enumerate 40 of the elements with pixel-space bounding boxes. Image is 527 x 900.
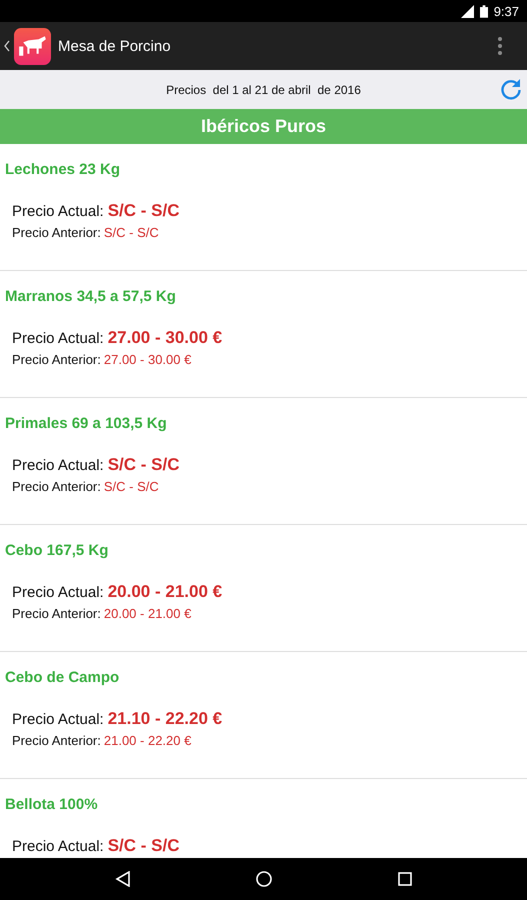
previous-price: S/C - S/C bbox=[104, 225, 159, 240]
price-label: Precio Actual: bbox=[12, 584, 104, 601]
signal-icon bbox=[460, 4, 474, 18]
app-title: Mesa de Porcino bbox=[58, 38, 172, 54]
previous-price: 21.00 - 22.20 € bbox=[104, 733, 192, 748]
price-label: Precio Actual: bbox=[12, 457, 104, 474]
product-title: Primales 69 a 103,5 Kg bbox=[4, 414, 168, 432]
back-icon[interactable] bbox=[4, 40, 10, 52]
current-price: 27.00 - 30.00 € bbox=[108, 328, 222, 348]
current-price: S/C - S/C bbox=[108, 455, 180, 475]
price-label: Precio Actual: bbox=[12, 203, 104, 220]
battery-icon bbox=[480, 4, 488, 18]
product-title: Cebo de Campo bbox=[4, 668, 120, 686]
price-label: Precio Actual: bbox=[12, 711, 104, 728]
price-label: Precio Actual: bbox=[12, 330, 104, 347]
home-icon[interactable] bbox=[256, 871, 272, 887]
section-title: Ibéricos Puros bbox=[200, 116, 326, 137]
current-price: S/C - S/C bbox=[108, 836, 180, 856]
previous-price: S/C - S/C bbox=[104, 479, 159, 494]
recents-icon[interactable] bbox=[396, 871, 412, 887]
price-label: Precio Anterior: bbox=[12, 733, 101, 748]
price-label: Precio Anterior: bbox=[12, 606, 101, 621]
overflow-menu-icon[interactable] bbox=[498, 37, 502, 55]
previous-price: 27.00 - 30.00 € bbox=[104, 352, 192, 367]
app-icon bbox=[14, 28, 51, 64]
product-title: Bellota 100% bbox=[4, 795, 99, 813]
current-price: 20.00 - 21.00 € bbox=[108, 582, 222, 602]
current-price: 21.10 - 22.20 € bbox=[108, 709, 222, 729]
previous-price: 20.00 - 21.00 € bbox=[104, 606, 192, 621]
price-label: Precio Anterior: bbox=[12, 479, 101, 494]
clock-text: 9:37 bbox=[494, 4, 519, 18]
refresh-icon[interactable] bbox=[499, 77, 523, 101]
product-title: Cebo 167,5 Kg bbox=[4, 541, 110, 559]
price-label: Precio Anterior: bbox=[12, 352, 101, 367]
current-price: S/C - S/C bbox=[108, 201, 180, 221]
product-title: Marranos 34,5 a 57,5 Kg bbox=[4, 287, 177, 305]
date-range-text: Precios del 1 al 21 de abril de 2016 bbox=[166, 82, 361, 96]
price-label: Precio Actual: bbox=[12, 838, 104, 855]
product-title: Lechones 23 Kg bbox=[4, 160, 122, 178]
price-label: Precio Anterior: bbox=[12, 225, 101, 240]
